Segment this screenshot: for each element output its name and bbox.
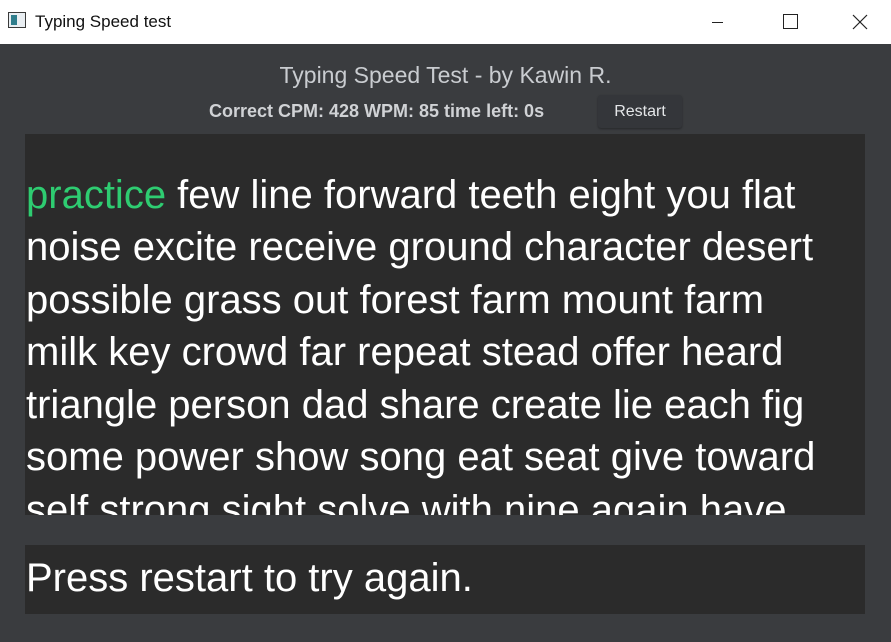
partial-line bbox=[26, 134, 815, 169]
word-line: milk key crowd far repeat stead offer he… bbox=[26, 326, 815, 379]
close-button[interactable] bbox=[837, 0, 883, 44]
typed-word: practice bbox=[26, 172, 167, 217]
typing-input-text: Press restart to try again. bbox=[26, 556, 473, 600]
title-bar[interactable]: Typing Speed test bbox=[0, 0, 891, 44]
word-line-text: noise excite receive ground character de… bbox=[26, 225, 814, 269]
word-line: self strong sight solve with nine again … bbox=[26, 484, 815, 516]
restart-button[interactable]: Restart bbox=[598, 95, 682, 128]
word-line-text: few line forward teeth eight you flat bbox=[166, 172, 796, 217]
minimize-button[interactable] bbox=[695, 0, 741, 44]
app-heading: Typing Speed Test - by Kawin R. bbox=[279, 62, 612, 88]
word-line-text: triangle person dad share create lie eac… bbox=[26, 382, 805, 427]
words-panel: practice few line forward teeth eight yo… bbox=[25, 134, 865, 515]
words-text: practice few line forward teeth eight yo… bbox=[26, 134, 815, 516]
app-window: Typing Speed test Typing Speed Test - by… bbox=[0, 0, 891, 642]
word-line: noise excite receive ground character de… bbox=[26, 221, 815, 274]
word-line: triangle person dad share create lie eac… bbox=[26, 379, 815, 432]
word-line: possible grass out forest farm mount far… bbox=[26, 274, 815, 327]
maximize-icon bbox=[783, 14, 798, 29]
close-icon bbox=[852, 14, 868, 30]
app-icon bbox=[8, 12, 26, 28]
typing-input[interactable]: Press restart to try again. bbox=[25, 545, 865, 614]
maximize-button[interactable] bbox=[766, 0, 812, 44]
window-title: Typing Speed test bbox=[35, 12, 172, 31]
word-line-text: self strong sight solve with nine again … bbox=[26, 487, 787, 516]
minimize-icon bbox=[712, 22, 723, 23]
stats-line: Correct CPM: 428 WPM: 85 time left: 0s bbox=[209, 101, 545, 121]
word-line: practice few line forward teeth eight yo… bbox=[26, 169, 815, 222]
client-area: Typing Speed Test - by Kawin R. Correct … bbox=[0, 44, 891, 642]
word-line-text: milk key crowd far repeat stead offer he… bbox=[26, 330, 784, 374]
word-line-text: possible grass out forest farm mount far… bbox=[26, 277, 765, 322]
word-line: some power show song eat seat give towar… bbox=[26, 431, 815, 484]
word-line-text: some power show song eat seat give towar… bbox=[26, 435, 816, 479]
